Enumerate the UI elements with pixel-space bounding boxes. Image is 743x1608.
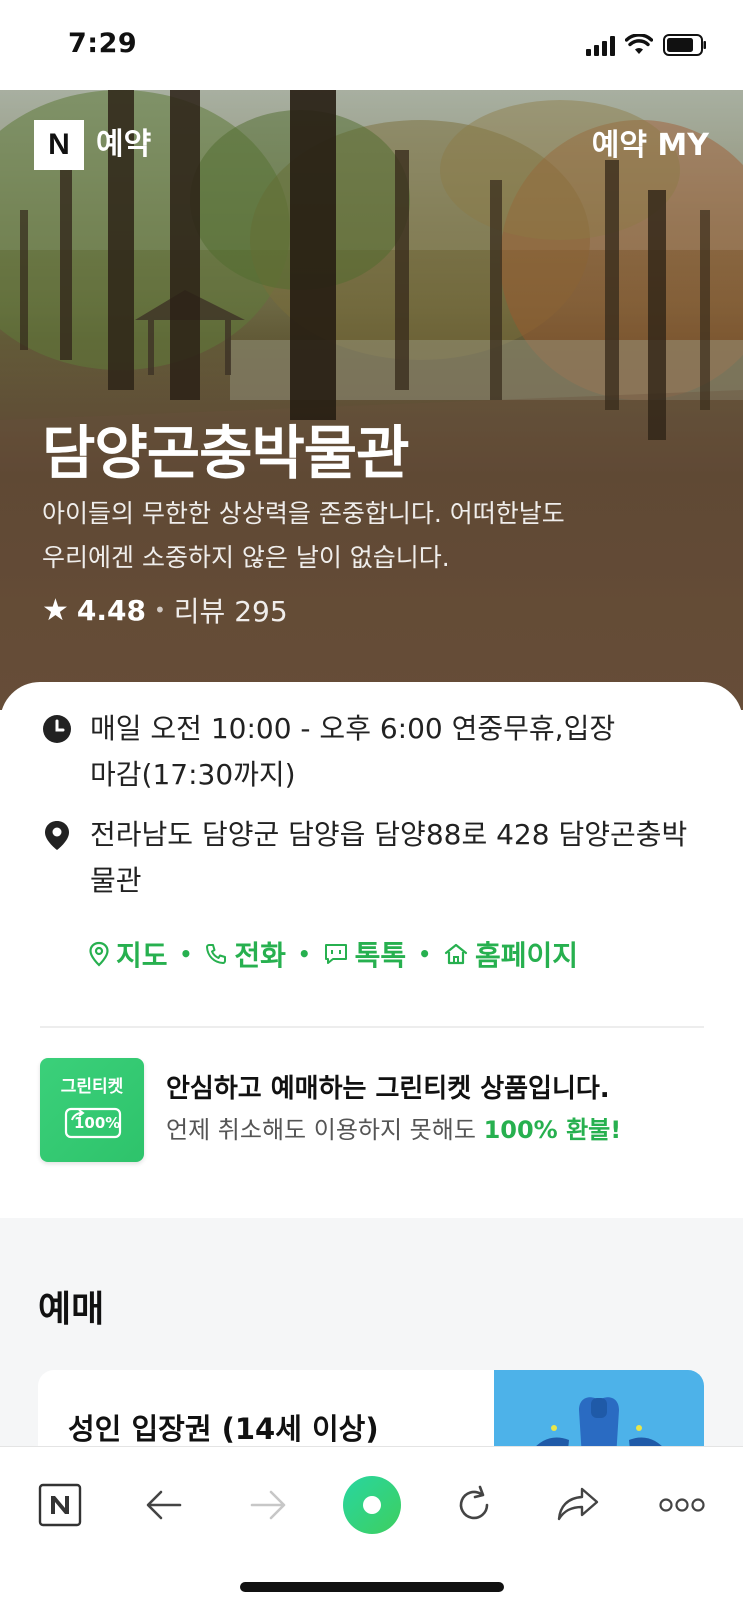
phone-icon	[206, 944, 227, 964]
location-pin-icon	[45, 821, 69, 850]
battery-icon	[663, 34, 706, 56]
refresh-button[interactable]	[444, 1475, 504, 1535]
separator-dot: •	[418, 942, 431, 966]
separator-dot: •	[297, 942, 311, 966]
green-dot-icon	[343, 1476, 401, 1534]
place-description: 아이들의 무한한 상상력을 존중합니다. 어떠한날도 우리에겐 소중하지 않은 …	[42, 492, 682, 580]
product-name: 성인 입장권 (14세 이상)	[68, 1412, 379, 1446]
hours-line2: 마감(17:30까지)	[90, 758, 296, 791]
address-text: 전라남도 담양군 담양읍 담양88로 428 담양곤충박 물관	[90, 812, 687, 904]
map-pin-outline-icon	[89, 941, 109, 967]
back-button[interactable]	[134, 1475, 194, 1535]
green-ticket-subline: 언제 취소해도 이용하지 못해도 100% 환불!	[166, 1110, 621, 1145]
green-ticket-refund-highlight: 100% 환불!	[483, 1116, 622, 1144]
clock-icon	[43, 715, 71, 743]
my-booking-link[interactable]: 예약 MY	[592, 124, 709, 168]
green-dot-button[interactable]	[342, 1475, 402, 1535]
hours-line1: 매일 오전 10:00 - 오후 6:00 연중무휴,입장	[90, 712, 616, 745]
rating-score: 4.48	[76, 593, 146, 627]
naver-home-button[interactable]	[30, 1475, 90, 1535]
talktalk-link-label: 톡톡	[354, 939, 407, 972]
naver-logo[interactable]: N	[34, 120, 84, 170]
homepage-link[interactable]: 홈페이지	[443, 934, 578, 974]
cellular-signal-icon	[586, 34, 615, 56]
more-button[interactable]	[652, 1475, 712, 1535]
separator-dot: •	[154, 598, 166, 622]
wifi-icon	[625, 34, 653, 54]
forward-button[interactable]	[238, 1475, 298, 1535]
map-link[interactable]: 지도	[88, 934, 168, 974]
map-link-label: 지도	[116, 939, 168, 972]
rating-summary[interactable]: ★ 4.48 • 리뷰 295	[42, 590, 288, 630]
booking-section-title: 예매	[38, 1289, 105, 1330]
booking-service-label[interactable]: 예약	[96, 120, 151, 170]
phone-link-label: 전화	[234, 939, 286, 972]
chat-bubble-icon	[324, 944, 347, 964]
booking-section: 예매 성인 입장권 (14세 이상)	[0, 1218, 743, 1490]
green-ticket-subline-text: 언제 취소해도 이용하지 못해도	[166, 1116, 476, 1144]
status-icons	[586, 34, 707, 56]
divider	[40, 1026, 704, 1028]
home-indicator	[240, 1582, 504, 1592]
place-info-card: 매일 오전 10:00 - 오후 6:00 연중무휴,입장 마감(17:30까지…	[0, 682, 743, 1222]
green-ticket-headline: 안심하고 예매하는 그린티켓 상품입니다.	[166, 1074, 610, 1104]
place-description-line2: 우리에겐 소중하지 않은 날이 없습니다.	[42, 543, 450, 572]
hero-top-bar: N 예약 예약 MY	[0, 90, 743, 200]
green-ticket-badge-title: 그린티켓	[60, 1077, 124, 1097]
separator-dot: •	[179, 942, 193, 966]
status-bar: 7:29	[0, 0, 743, 90]
address-line1: 전라남도 담양군 담양읍 담양88로 428 담양곤충박	[90, 818, 688, 851]
business-hours: 매일 오전 10:00 - 오후 6:00 연중무휴,입장 마감(17:30까지…	[40, 706, 700, 798]
place-description-line1: 아이들의 무한한 상상력을 존중합니다. 어떠한날도	[42, 499, 565, 528]
forward-arrow-icon	[250, 1490, 286, 1520]
phone-link[interactable]: 전화	[204, 934, 286, 974]
place-name: 담양곤충박물관	[42, 419, 410, 487]
green-ticket-badge: 그린티켓 100%	[40, 1058, 144, 1162]
address: 전라남도 담양군 담양읍 담양88로 428 담양곤충박 물관	[40, 812, 700, 904]
contact-links: 지도 • 전화 • 톡톡 • 홈페이지	[88, 934, 578, 974]
more-icon	[659, 1498, 705, 1512]
hero-banner: N 예약 예약 MY 담양곤충박물관 아이들의 무한한 상상력을 존중합니다. …	[0, 90, 743, 710]
refresh-icon	[459, 1485, 489, 1520]
green-ticket-percent: 100%	[74, 1114, 121, 1132]
share-button[interactable]	[548, 1475, 608, 1535]
homepage-link-label: 홈페이지	[474, 939, 579, 972]
back-arrow-icon	[146, 1490, 182, 1520]
business-hours-text: 매일 오전 10:00 - 오후 6:00 연중무휴,입장 마감(17:30까지…	[90, 706, 615, 798]
address-line2: 물관	[90, 864, 142, 897]
review-count[interactable]: 리뷰 295	[174, 590, 288, 630]
status-time: 7:29	[68, 28, 138, 59]
naver-home-icon	[38, 1483, 82, 1527]
talktalk-link[interactable]: 톡톡	[323, 934, 407, 974]
share-icon	[557, 1487, 599, 1521]
star-icon: ★	[42, 592, 69, 628]
home-icon	[444, 943, 468, 965]
